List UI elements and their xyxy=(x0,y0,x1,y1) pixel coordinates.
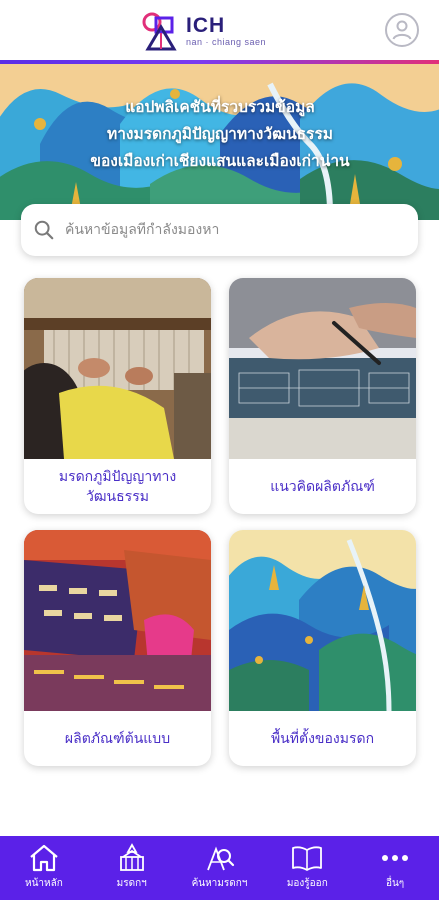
user-icon xyxy=(392,20,412,40)
nav-heritage[interactable]: มรดกฯ xyxy=(88,836,176,900)
card-heritage-locations-label: พื้นที่ตั้งของมรดก xyxy=(270,730,375,747)
nav-more[interactable]: อื่นๆ xyxy=(351,836,439,900)
nav-book[interactable]: มองรู้ออก xyxy=(263,836,351,900)
sketch-image xyxy=(229,278,416,459)
logo-title: ICH xyxy=(186,14,226,37)
nav-home-label: หน้าหลัก xyxy=(24,878,63,889)
more-icon xyxy=(382,855,409,861)
banner-line-3: ของเมืองเก่าเชียงแสนและเมืองเก่าน่าน xyxy=(90,152,350,170)
home-icon xyxy=(30,844,58,872)
logo-mark-icon xyxy=(140,9,182,53)
banner-text: แอปพลิเคชันที่รวบรวมข้อมูล ทางมรดกภูมิปั… xyxy=(40,94,400,175)
nav-search-heritage[interactable]: ค้นหามรดกฯ xyxy=(176,836,264,900)
nav-search-heritage-label: ค้นหามรดกฯ xyxy=(191,878,248,889)
search-icon xyxy=(34,220,54,240)
card-product-concept[interactable]: แนวคิดผลิตภัณฑ์ xyxy=(229,278,416,514)
bottom-nav: หน้าหลัก มรดกฯ ค้นหามรดกฯ มองรู้ออก อื่น… xyxy=(0,836,439,900)
search-input[interactable] xyxy=(65,222,395,238)
search-heritage-icon xyxy=(207,846,235,871)
card-heritage-locations[interactable]: พื้นที่ตั้งของมรดก xyxy=(229,530,416,766)
banner-line-1: แอปพลิเคชันที่รวบรวมข้อมูล xyxy=(125,98,315,116)
nav-heritage-label: มรดกฯ xyxy=(116,878,147,889)
app-logo: ICH nan · chiang saen xyxy=(140,8,280,54)
nav-home[interactable]: หน้าหลัก xyxy=(0,836,88,900)
nav-more-label: อื่นๆ xyxy=(385,878,405,889)
app-header: ICH nan · chiang saen xyxy=(0,0,439,64)
nav-book-label: มองรู้ออก xyxy=(286,878,328,889)
card-product-concept-label: แนวคิดผลิตภัณฑ์ xyxy=(270,478,375,495)
temple-icon xyxy=(119,843,144,871)
logo-subtitle: nan · chiang saen xyxy=(186,37,267,47)
weaving-image xyxy=(24,278,211,459)
card-heritage[interactable]: มรดกภูมิปัญญาทางวัฒนธรรม xyxy=(24,278,211,514)
textile-image xyxy=(24,530,211,711)
hero-banner: แอปพลิเคชันที่รวบรวมข้อมูล ทางมรดกภูมิปั… xyxy=(0,64,439,220)
map-illustration-image xyxy=(229,530,416,711)
banner-line-2: ทางมรดกภูมิปัญญาทางวัฒนธรรม xyxy=(107,125,333,143)
card-prototype-products[interactable]: ผลิตภัณฑ์ต้นแบบ xyxy=(24,530,211,766)
profile-button[interactable] xyxy=(385,13,419,47)
search-bar[interactable] xyxy=(21,204,418,256)
card-heritage-label: มรดกภูมิปัญญาทางวัฒนธรรม xyxy=(58,468,177,505)
card-prototype-products-label: ผลิตภัณฑ์ต้นแบบ xyxy=(64,730,171,747)
book-icon xyxy=(292,846,323,871)
